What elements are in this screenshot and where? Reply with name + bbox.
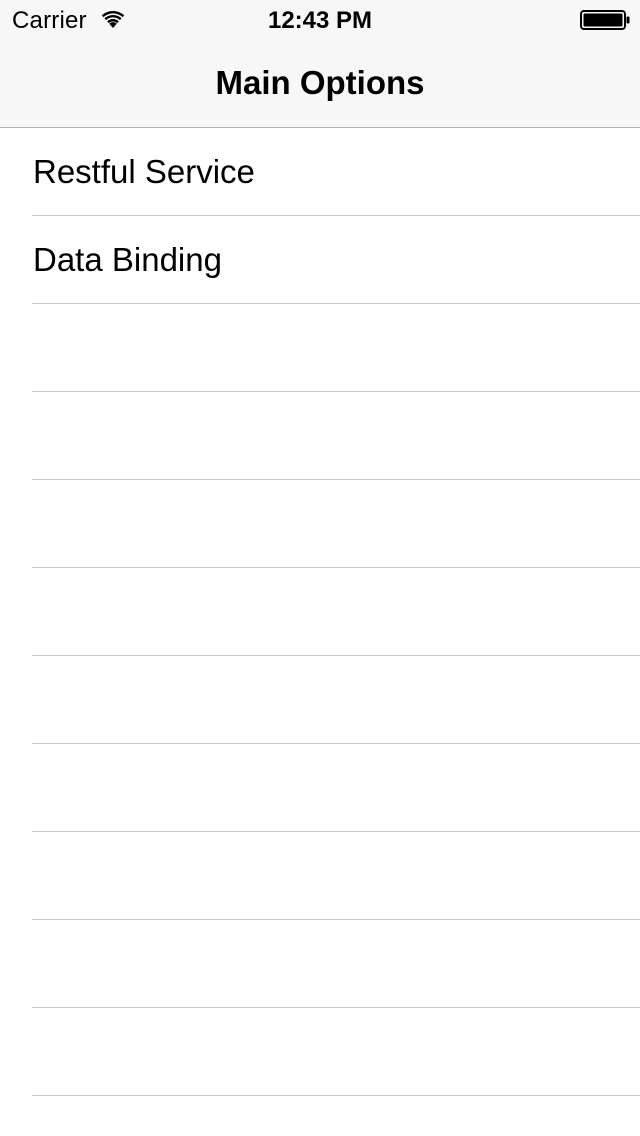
table-row-empty bbox=[0, 480, 640, 568]
screen: Carrier 12:43 PM Main Options Restful Se… bbox=[0, 0, 640, 1136]
table-row-empty bbox=[0, 744, 640, 832]
table-row-empty bbox=[0, 568, 640, 656]
table-row-empty bbox=[0, 1008, 640, 1096]
table-row-data-binding[interactable]: Data Binding bbox=[0, 216, 640, 304]
table-row-empty bbox=[0, 832, 640, 920]
table-row-empty bbox=[0, 392, 640, 480]
status-time: 12:43 PM bbox=[267, 7, 373, 34]
table-row-empty bbox=[0, 304, 640, 392]
table-row-empty bbox=[0, 920, 640, 1008]
table-row-empty bbox=[0, 656, 640, 744]
table-row-restful-service[interactable]: Restful Service bbox=[0, 128, 640, 216]
options-table: Restful Service Data Binding bbox=[0, 128, 640, 1136]
page-title: Main Options bbox=[215, 64, 425, 101]
battery-icon bbox=[580, 10, 630, 30]
navigation-bar: Carrier 12:43 PM Main Options bbox=[0, 0, 640, 128]
row-label: Data Binding bbox=[33, 241, 222, 278]
table-row-empty bbox=[0, 1096, 640, 1136]
row-label: Restful Service bbox=[33, 153, 255, 190]
status-bar: Carrier 12:43 PM bbox=[0, 0, 640, 40]
